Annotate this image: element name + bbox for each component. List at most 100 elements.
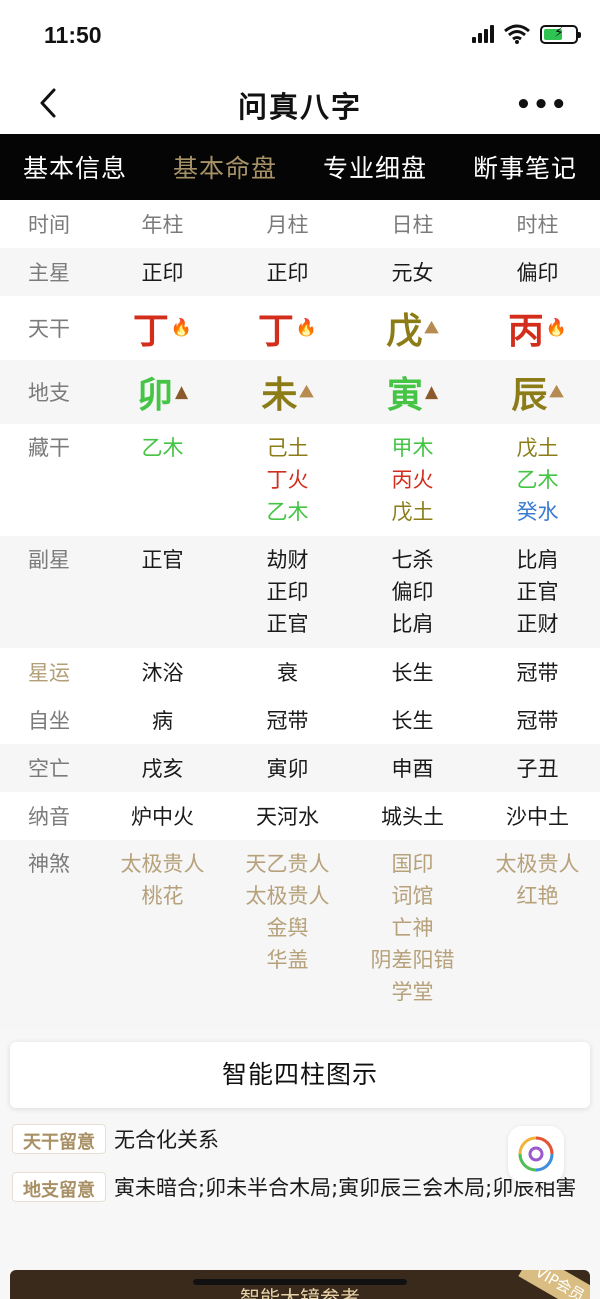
secondary-star: 正官: [266, 612, 309, 636]
table-cell: 丙 🔥: [475, 302, 600, 354]
nayin-row: 纳音 炉中火 天河水 城头土 沙中土: [0, 792, 600, 840]
spirit-star[interactable]: 太极贵人: [100, 848, 225, 880]
table-cell: 冠带: [266, 709, 309, 733]
hidden-stem: 癸水: [516, 500, 559, 524]
table-cell: 戊 ⛰: [350, 302, 475, 354]
row-label: 地支: [28, 381, 70, 405]
earth-icon: ⛰: [299, 382, 314, 402]
table-cell: 偏印: [516, 261, 559, 285]
spirit-star[interactable]: 天乙贵人: [225, 848, 350, 880]
hidden-stem: 乙木: [141, 436, 184, 460]
stem-char: 戊: [386, 311, 423, 352]
spirit-star[interactable]: 词馆: [350, 880, 475, 912]
fire-icon: 🔥: [295, 318, 318, 338]
secondary-star: 七杀: [391, 548, 434, 572]
row-label: 神煞: [28, 852, 70, 876]
row-label: 纳音: [28, 805, 70, 829]
hidden-stem: 乙木: [516, 468, 559, 492]
battery-icon: ⚡: [540, 24, 581, 44]
hidden-stem: 戊土: [516, 436, 559, 460]
table-cell: 沐浴: [141, 661, 184, 685]
row-label: 藏干: [28, 436, 70, 460]
table-cell: 劫财 正印 正官: [225, 544, 350, 648]
table-cell: 沙中土: [506, 805, 569, 829]
spirit-star[interactable]: 华盖: [225, 944, 350, 976]
spirit-star[interactable]: 金舆: [225, 912, 350, 944]
stem-char: 丁: [257, 311, 294, 352]
void-row: 空亡 戌亥 寅卯 申酉 子丑: [0, 744, 600, 792]
table-cell: 长生: [391, 661, 434, 685]
note-tag: 天干留意: [12, 1124, 106, 1154]
table-cell: 元女: [391, 261, 434, 285]
main-star-row: 主星 正印 正印 元女 偏印: [0, 248, 600, 296]
shutter-icon[interactable]: [508, 1126, 564, 1182]
status-bar: 11:50 ⚡: [0, 0, 600, 72]
row-label: 副星: [28, 548, 70, 572]
table-cell: 长生: [391, 709, 434, 733]
tab-professional-chart[interactable]: 专业细盘: [323, 149, 427, 185]
table-cell: 比肩 正官 正财: [475, 544, 600, 648]
earthly-branch-row: 地支 卯 ▲ 未 ⛰ 寅 ▲ 辰 ⛰: [0, 360, 600, 424]
table-cell: 甲木 丙火 戊土: [350, 432, 475, 536]
table-cell: 己土 丁火 乙木: [225, 432, 350, 536]
row-label: 时间: [28, 213, 70, 237]
stem-char: 丙: [507, 311, 544, 352]
spirit-star[interactable]: 太极贵人: [225, 880, 350, 912]
note-tag: 地支留意: [12, 1172, 106, 1202]
spirit-star[interactable]: 红艳: [475, 880, 600, 912]
table-cell: 国印 词馆 亡神 阴差阳错 学堂: [350, 848, 475, 1030]
hidden-stem: 丙火: [391, 468, 434, 492]
branch-char: 未: [261, 375, 298, 416]
table-cell: 炉中火: [131, 805, 194, 829]
signal-icon: [472, 25, 494, 43]
spirit-star[interactable]: 太极贵人: [475, 848, 600, 880]
stem-char: 丁: [132, 311, 169, 352]
heavenly-stem-row: 天干 丁 🔥 丁 🔥 戊 ⛰ 丙 🔥: [0, 296, 600, 360]
table-cell: 未 ⛰: [225, 366, 350, 418]
tab-basic-chart[interactable]: 基本命盘: [173, 149, 277, 185]
spirit-star[interactable]: 国印: [350, 848, 475, 880]
home-indicator[interactable]: [193, 1279, 407, 1285]
secondary-star: 正财: [516, 612, 559, 636]
tab-bar: 基本信息 基本命盘 专业细盘 断事笔记: [0, 134, 600, 200]
tab-notes[interactable]: 断事笔记: [473, 149, 577, 185]
secondary-star: 正官: [141, 548, 184, 572]
table-cell: 戌亥: [141, 757, 184, 781]
table-cell: 七杀 偏印 比肩: [350, 544, 475, 648]
table-cell: 病: [152, 709, 173, 733]
tab-basic-info[interactable]: 基本信息: [23, 149, 127, 185]
heavenly-stem-note: 天干留意 无合化关系: [12, 1124, 584, 1156]
branch-char: 卯: [136, 375, 173, 416]
spirit-star[interactable]: 阴差阳错: [350, 944, 475, 976]
branch-char: 辰: [511, 375, 548, 416]
table-cell: 正官: [100, 544, 225, 648]
hidden-stem: 戊土: [391, 500, 434, 524]
table-cell: 太极贵人 红艳: [475, 848, 600, 1030]
column-header-day: 日柱: [391, 213, 434, 237]
status-icons: ⚡: [472, 24, 581, 44]
branch-char: 寅: [386, 375, 423, 416]
earthly-branch-note: 地支留意 寅未暗合;卯未半合木局;寅卯辰三会木局;卯辰相害: [12, 1172, 584, 1204]
status-time: 11:50: [44, 22, 102, 48]
column-header-hour: 时柱: [516, 213, 559, 237]
star-fortune-row: 星运 沐浴 衰 长生 冠带: [0, 648, 600, 696]
table-cell: 冠带: [516, 709, 559, 733]
smart-pillar-chart-button[interactable]: 智能四柱图示: [10, 1042, 590, 1108]
spirit-star[interactable]: 桃花: [100, 880, 225, 912]
spirit-star[interactable]: 学堂: [350, 976, 475, 1008]
column-header-month: 月柱: [266, 213, 309, 237]
secondary-star-row: 副星 正官 劫财 正印 正官 七杀 偏印 比肩 比肩 正官 正财: [0, 536, 600, 648]
table-cell: 丁 🔥: [225, 302, 350, 354]
table-cell: 寅卯: [266, 757, 309, 781]
row-label: 空亡: [28, 757, 70, 781]
secondary-star: 劫财: [266, 548, 309, 572]
wifi-icon: [504, 24, 530, 44]
row-label: 自坐: [28, 709, 70, 733]
wood-icon: ▲: [424, 382, 439, 402]
more-options-icon[interactable]: •••: [515, 90, 568, 120]
hidden-stem: 甲木: [391, 436, 434, 460]
secondary-star: 比肩: [391, 612, 434, 636]
secondary-star: 正印: [266, 580, 309, 604]
spirit-star[interactable]: 亡神: [350, 912, 475, 944]
self-seat-row: 自坐 病 冠带 长生 冠带: [0, 696, 600, 744]
